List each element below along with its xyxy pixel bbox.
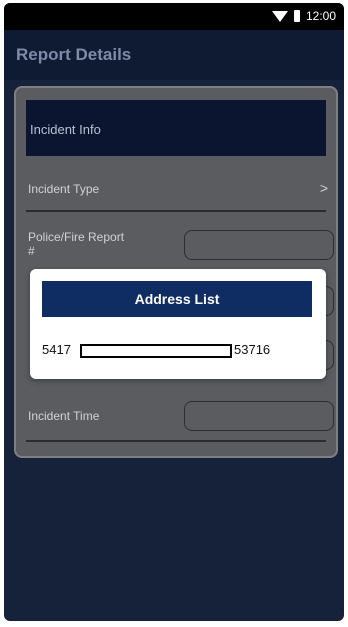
redacted-address-bar — [80, 344, 232, 358]
divider — [26, 440, 326, 442]
battery-icon — [293, 10, 300, 22]
police-report-label-line2: # — [28, 244, 35, 258]
phone-screen: 12:00 Report Details Incident Info Incid… — [4, 3, 344, 621]
police-report-label: Police/Fire Report # — [28, 230, 124, 258]
incident-time-label: Incident Time — [28, 409, 100, 423]
address-list-dialog: Address List 5417 53716 — [30, 269, 326, 379]
app-bar: Report Details — [4, 30, 344, 80]
dialog-title: Address List — [42, 281, 312, 317]
chevron-right-icon[interactable]: > — [320, 180, 328, 196]
incident-type-label: Incident Type — [28, 182, 100, 196]
address-prefix[interactable]: 5417 — [42, 342, 71, 357]
status-time: 12:00 — [305, 9, 336, 23]
page-title: Report Details — [16, 45, 132, 64]
address-zip[interactable]: 53716 — [234, 342, 270, 357]
incident-info-section-header: Incident Info — [26, 100, 326, 156]
status-bar: 12:00 — [4, 3, 344, 30]
section-title: Incident Info — [30, 122, 101, 137]
incident-time-input[interactable] — [184, 401, 334, 431]
police-report-input[interactable] — [184, 230, 334, 260]
divider — [26, 210, 326, 212]
police-report-label-line1: Police/Fire Report — [28, 230, 125, 244]
wifi-icon — [271, 10, 288, 22]
status-icons: 12:00 — [271, 9, 336, 23]
